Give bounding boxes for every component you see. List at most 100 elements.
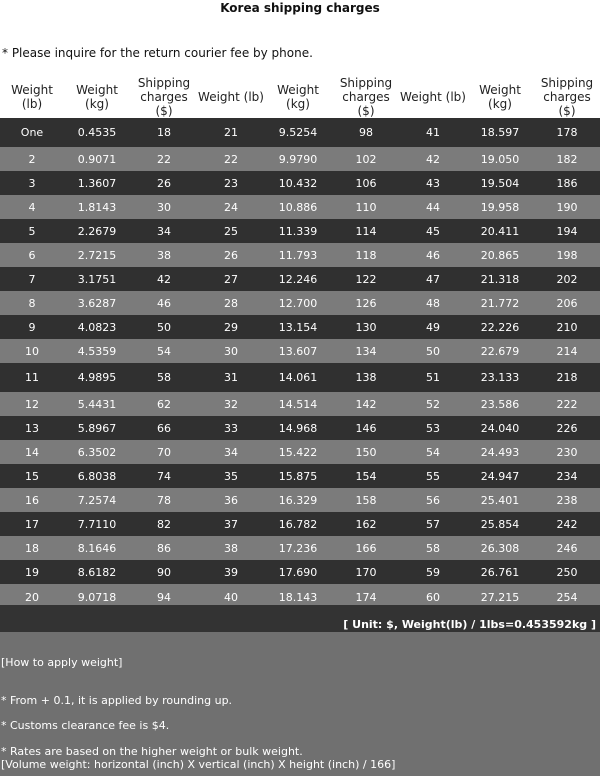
table-cell: 17.236 [264, 536, 332, 560]
table-cell: 13.607 [264, 339, 332, 363]
table-cell: 7 [0, 267, 64, 291]
table-cell: 0.4535 [64, 118, 130, 147]
table-cell: 126 [332, 291, 400, 315]
table-cell: 130 [332, 315, 400, 339]
column-header: Shipping charges ($) [130, 76, 198, 118]
table-cell: 66 [130, 416, 198, 440]
table-cell: 2.7215 [64, 243, 130, 267]
table-cell: 46 [130, 291, 198, 315]
table-cell: 3 [0, 171, 64, 195]
table-cell: 4.0823 [64, 315, 130, 339]
table-cell: 51 [400, 363, 466, 392]
table-cell: 13.154 [264, 315, 332, 339]
table-cell: 158 [332, 488, 400, 512]
table-cell: 8.1646 [64, 536, 130, 560]
table-cell: 8.6182 [64, 560, 130, 584]
table-cell: 238 [534, 488, 600, 512]
table-cell: 118 [332, 243, 400, 267]
page-title: Korea shipping charges [220, 1, 380, 15]
customs-fee-rule: * Customs clearance fee is $4. [1, 719, 170, 732]
table-cell: 206 [534, 291, 600, 315]
table-cell: 54 [130, 339, 198, 363]
table-cell: 35 [198, 464, 264, 488]
table-cell: 14 [0, 440, 64, 464]
table-cell: 26 [198, 243, 264, 267]
table-cell: 142 [332, 392, 400, 416]
table-cell: 32 [198, 392, 264, 416]
column-header: Shipping charges ($) [534, 76, 600, 118]
table-cell: 39 [198, 560, 264, 584]
table-cell: 110 [332, 195, 400, 219]
table-cell: 114 [332, 219, 400, 243]
table-cell: 58 [130, 363, 198, 392]
table-cell: 9 [0, 315, 64, 339]
table-cell: 122 [332, 267, 400, 291]
table-cell: 10 [0, 339, 64, 363]
table-cell: 226 [534, 416, 600, 440]
table-cell: 26 [130, 171, 198, 195]
table-row: 14 6.3502 70 34 15.422 150 54 24.493 230 [0, 440, 600, 464]
table-cell: 19.050 [466, 147, 534, 171]
table-row: 11 4.9895 58 31 14.061 138 51 23.133 218 [0, 363, 600, 392]
table-cell: 12 [0, 392, 64, 416]
table-cell: 21.772 [466, 291, 534, 315]
table-cell: 2 [0, 147, 64, 171]
table-cell: 45 [400, 219, 466, 243]
table-row: 9 4.0823 50 29 13.154 130 49 22.226 210 [0, 315, 600, 339]
shipping-rate-table: Weight (lb) Weight (kg) Shipping charges… [0, 76, 600, 610]
table-cell: 36 [198, 488, 264, 512]
table-cell: 20.865 [466, 243, 534, 267]
table-cell: 146 [332, 416, 400, 440]
table-cell: 55 [400, 464, 466, 488]
table-row: 4 1.8143 30 24 10.886 110 44 19.958 190 [0, 195, 600, 219]
table-cell: 25 [198, 219, 264, 243]
table-cell: 3.6287 [64, 291, 130, 315]
table-row: 10 4.5359 54 30 13.607 134 50 22.679 214 [0, 339, 600, 363]
table-cell: 30 [130, 195, 198, 219]
unit-bar: [ Unit: $, Weight(lb) / 1lbs=0.453592kg … [0, 605, 600, 632]
table-cell: 4.9895 [64, 363, 130, 392]
table-cell: 14.061 [264, 363, 332, 392]
table-cell: 34 [198, 440, 264, 464]
table-cell: 22 [198, 147, 264, 171]
table-cell: 2.2679 [64, 219, 130, 243]
table-cell: 21.318 [466, 267, 534, 291]
table-cell: 1.8143 [64, 195, 130, 219]
table-cell: 21 [198, 118, 264, 147]
column-header: Weight (kg) [466, 76, 534, 118]
table-cell: 7.7110 [64, 512, 130, 536]
table-cell: 242 [534, 512, 600, 536]
table-cell: 54 [400, 440, 466, 464]
table-cell: 11.339 [264, 219, 332, 243]
table-cell: 42 [130, 267, 198, 291]
table-cell: 16.329 [264, 488, 332, 512]
table-row: 5 2.2679 34 25 11.339 114 45 20.411 194 [0, 219, 600, 243]
table-cell: 170 [332, 560, 400, 584]
table-cell: 25.854 [466, 512, 534, 536]
table-cell: 15.875 [264, 464, 332, 488]
table-cell: 29 [198, 315, 264, 339]
table-cell: 6.3502 [64, 440, 130, 464]
table-cell: 24.493 [466, 440, 534, 464]
column-header: Shipping charges ($) [332, 76, 400, 118]
table-cell: 194 [534, 219, 600, 243]
table-header-row: Weight (lb) Weight (kg) Shipping charges… [0, 76, 600, 118]
table-row: 17 7.7110 82 37 16.782 162 57 25.854 242 [0, 512, 600, 536]
table-cell: 202 [534, 267, 600, 291]
table-cell: 7.2574 [64, 488, 130, 512]
table-cell: 106 [332, 171, 400, 195]
table-cell: 154 [332, 464, 400, 488]
table-cell: 86 [130, 536, 198, 560]
table-cell: 17.690 [264, 560, 332, 584]
table-cell: 1.3607 [64, 171, 130, 195]
table-cell: 5 [0, 219, 64, 243]
table-row: 8 3.6287 46 28 12.700 126 48 21.772 206 [0, 291, 600, 315]
table-cell: 23.133 [466, 363, 534, 392]
table-cell: 41 [400, 118, 466, 147]
unit-label: [ Unit: $, Weight(lb) / 1lbs=0.453592kg … [343, 618, 596, 631]
return-fee-note: * Please inquire for the return courier … [2, 46, 313, 60]
table-cell: 4.5359 [64, 339, 130, 363]
table-cell: 16.782 [264, 512, 332, 536]
table-cell: 43 [400, 171, 466, 195]
table-cell: 182 [534, 147, 600, 171]
